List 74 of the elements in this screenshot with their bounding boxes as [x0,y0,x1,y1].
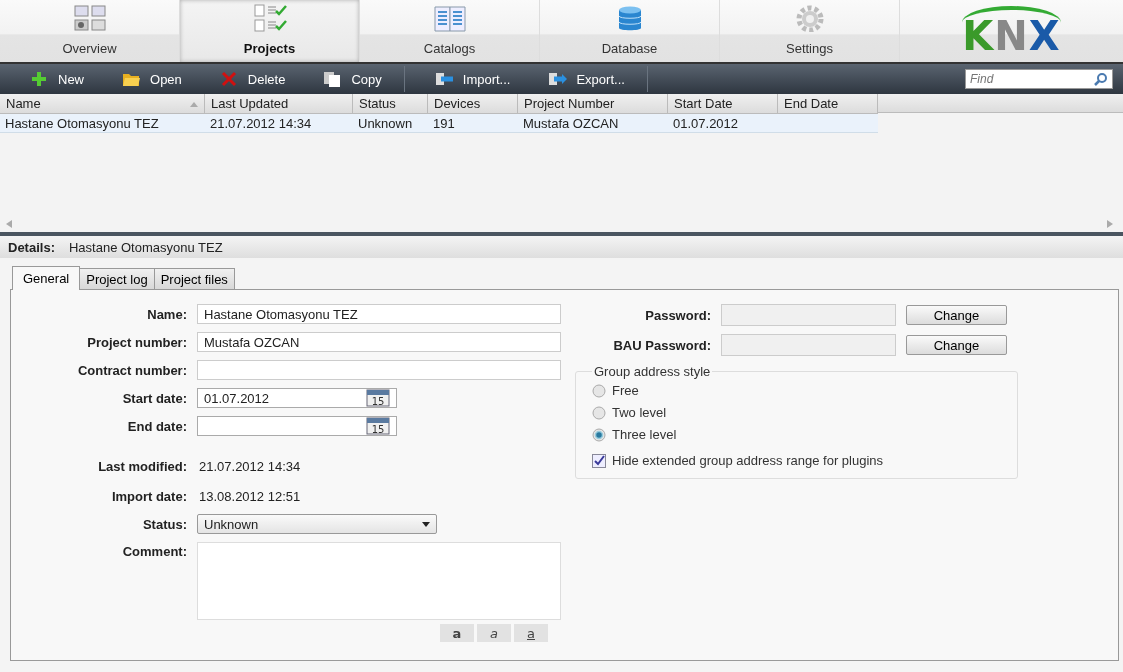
field-label: Project number: [86,334,187,350]
details-title: Hastane Otomasyonu TEZ [68,239,223,255]
field-label: Comment: [121,543,187,559]
table-cell: 21.07.2012 14:34 [205,114,353,133]
nav-tab[interactable]: Settings [720,0,900,62]
field-label: Import date: [110,488,187,504]
password-field[interactable] [721,304,896,326]
field-label: Name: [146,306,187,322]
checkbox-option[interactable]: Hide extended group address range for plugins [592,453,1005,468]
field-value: 21.07.2012 14:34 [198,457,302,476]
column-header[interactable]: Project Number [518,94,668,114]
grid-icon [72,4,107,32]
toolbar-button[interactable]: New [8,67,98,91]
scroll-right-icon [1107,220,1113,228]
nav-tab[interactable]: Catalogs [360,0,540,62]
field-label: Contract number: [76,362,187,378]
field-label: Start date: [121,390,187,406]
column-header[interactable]: End Date [778,94,878,114]
text-field[interactable]: Mustafa OZCAN [197,332,561,352]
field-label: End date: [126,418,187,434]
calendar-icon[interactable]: 15 [366,417,390,435]
table-cell: 01.07.2012 [668,114,778,133]
table-cell: 191 [428,114,518,133]
tab[interactable]: General [12,266,81,290]
toolbar-button[interactable]: Open [100,67,196,91]
details-label: Details: [8,239,55,255]
scroll-left-icon [6,220,12,228]
text-field[interactable]: Hastane Otomasyonu TEZ [197,304,561,324]
column-header[interactable]: Last Updated [205,94,353,114]
date-field[interactable]: 01.07.2012 15 [197,388,397,408]
checklist-icon [252,4,287,32]
column-header[interactable]: Status [353,94,428,114]
tab[interactable]: Project log [79,268,155,289]
book-icon [432,4,467,32]
column-header[interactable]: Start Date [668,94,778,114]
text-field[interactable] [197,360,561,380]
table-cell: Unknown [353,114,428,133]
column-header[interactable]: Devices [428,94,518,114]
change-button[interactable]: Change [906,305,1007,325]
table-cell: Hastane Otomasyonu TEZ [0,114,205,133]
nav-tab[interactable]: Overview [0,0,180,62]
field-label: Status: [141,516,187,532]
format-button[interactable]: a [440,624,474,642]
knx-logo: KNX [962,6,1061,56]
toolbar-button[interactable]: Export... [526,67,639,91]
group-box-title: Group address style [593,364,712,379]
toolbar-button[interactable]: Copy [301,67,396,91]
toolbar-button[interactable]: Import... [412,67,525,91]
field-label: Last modified: [97,458,187,474]
import-icon [434,70,455,88]
column-header[interactable]: Name [0,94,205,114]
calendar-icon[interactable]: 15 [366,389,390,407]
change-button[interactable]: Change [906,335,1007,355]
date-field[interactable]: 15 [197,416,397,436]
radio-option[interactable]: Free [592,383,1005,398]
export-icon [548,70,569,88]
status-dropdown[interactable]: Unknown [197,514,437,534]
field-label: BAU Password: [612,337,711,353]
nav-tab[interactable]: Database [540,0,720,62]
field-value: 13.08.2012 12:51 [198,487,302,506]
format-button[interactable]: a [514,624,548,642]
caret-icon [422,521,430,527]
radio-option[interactable]: Three level [592,427,1005,442]
tab[interactable]: Project files [153,268,235,289]
search-icon [1094,72,1108,86]
password-field[interactable] [721,334,896,356]
table-cell: Mustafa OZCAN [518,114,668,133]
format-button[interactable]: a [477,624,511,642]
nav-tab[interactable]: Projects [180,0,360,62]
field-label: Password: [644,307,711,323]
toolbar-button[interactable]: Delete [197,67,300,91]
comment-field[interactable] [197,542,561,620]
search-field[interactable]: Find [965,69,1113,89]
radio-option[interactable]: Two level [592,405,1005,420]
